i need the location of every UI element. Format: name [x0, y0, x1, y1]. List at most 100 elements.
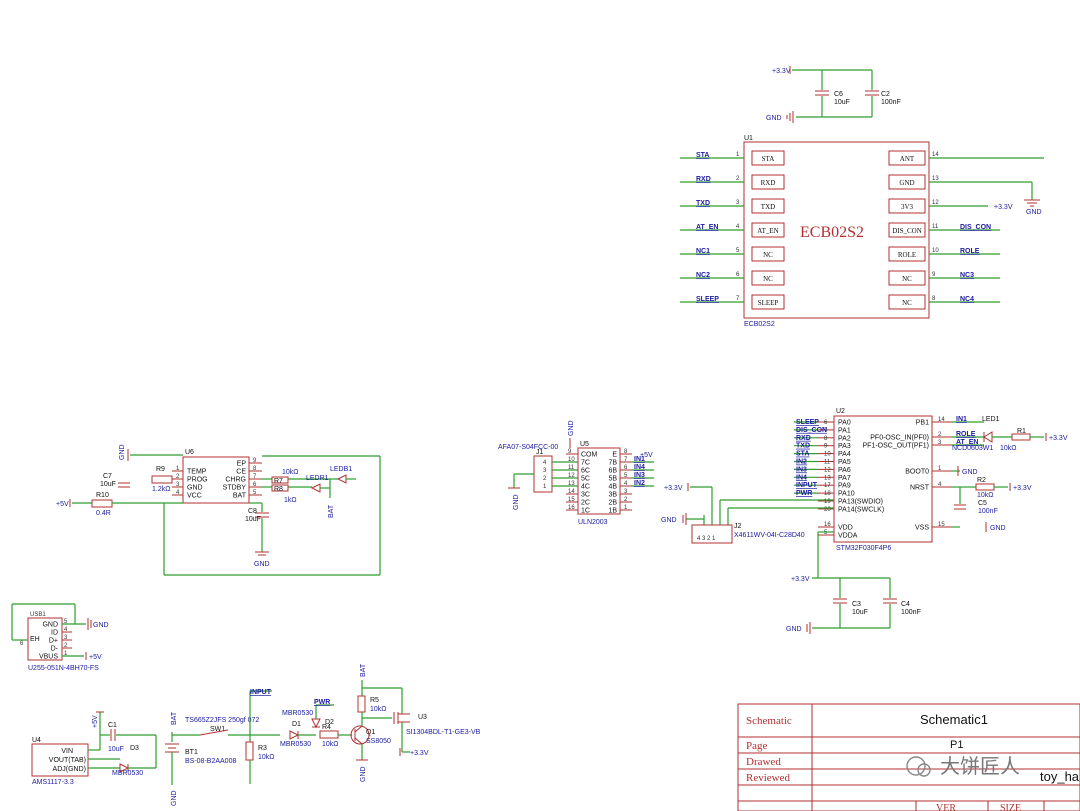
j2-gnd: GND: [661, 517, 677, 524]
u1-pin-num: 8: [932, 296, 936, 302]
r10-ref: R10: [96, 492, 109, 499]
u4-ref: U4: [32, 737, 41, 744]
tb-schematic-label: Schematic: [746, 715, 792, 727]
j2-rail: +3.3V: [664, 485, 683, 492]
u1-right-pins: ANT 14 GND 13 3V3 12 DIS_CON 11 DIS_CON ROLE 10 ROL…: [888, 150, 1044, 310]
tb-project-value: toy_ha: [1040, 769, 1080, 784]
u2-pin-num: 6: [824, 420, 828, 426]
uln-net-label: IN2: [634, 480, 645, 487]
u2-pin-label: PA5: [838, 459, 851, 466]
u1-net-label: RXD: [696, 176, 711, 183]
u2-pin-num: 12: [824, 467, 831, 473]
boot0-gnd: GND: [962, 469, 978, 476]
u5-part: ULN2003: [578, 519, 608, 526]
ledb1-ref: LEDB1: [330, 466, 352, 473]
u1-pin-num: 12: [932, 200, 939, 206]
u2-pin-num: 14: [938, 417, 945, 423]
u1-pin-label: STA: [762, 155, 775, 163]
uln-pin-label: 5C: [581, 476, 590, 483]
tb-size-label: SIZE: [1000, 803, 1021, 811]
d1-ref: D1: [292, 721, 301, 728]
r5-ref: R5: [370, 697, 379, 704]
u1-pin-label: SLEEP: [758, 299, 779, 307]
tb-ver-label: VER: [936, 803, 956, 811]
u1-pin-num: 6: [736, 272, 740, 278]
u2-pin-num: 10: [824, 452, 831, 458]
r3-value: 10kΩ: [258, 754, 275, 761]
u2-pin-label: PA0: [838, 420, 851, 427]
u1-pin-num: 9: [932, 272, 936, 278]
uln-pin-label: 6B: [608, 468, 617, 475]
c5-ref: C5: [978, 500, 987, 507]
vdd-rail: +3.3V: [791, 576, 810, 583]
u1-left-pins: STA 1 STA RXD 2 RXD TXD 3 TXD AT_EN 4 AT_EN NC 5 NC1 NC…: [680, 150, 785, 310]
u1-name: ECB02S2: [800, 224, 864, 241]
u5-rail: +5V: [640, 452, 653, 459]
u2-net-label: STA: [796, 451, 809, 458]
u4-pin-vout: VOUT(TAB): [49, 757, 86, 764]
u2-pin-label: PA9: [838, 483, 851, 490]
net-input: INPUT: [250, 689, 272, 696]
u1-pin-num: 2: [736, 176, 740, 182]
bt1-gnd: GND: [171, 790, 178, 806]
usb-rail: +5V: [89, 654, 102, 661]
uln-net-label: IN4: [634, 464, 645, 471]
c7-ref: C7: [103, 473, 112, 480]
r10-value: 0.4R: [96, 510, 111, 517]
u4-pin-vin: VIN: [61, 748, 73, 755]
schematic-canvas: +3.3V C6 10uF C2 100nF GND U1 ECB02S2 EC…: [11, 66, 1080, 811]
u1-pin-label: NC: [763, 251, 773, 259]
tb-page-value: P1: [950, 739, 963, 751]
u1-net-label: NC1: [696, 248, 710, 255]
c8-ref: C8: [248, 508, 257, 515]
u1-pin-num: 13: [932, 176, 939, 182]
u1-pin-label: ROLE: [898, 251, 916, 259]
u2-net-label: IN4: [796, 474, 807, 481]
net-pwr: PWR: [314, 699, 330, 706]
u2-pin-num: 16: [824, 522, 831, 528]
uln-pin-label: 4C: [581, 484, 590, 491]
uln-pin-num: 15: [568, 497, 575, 503]
c8-value: 10uF: [245, 516, 261, 523]
c6-value: 10uF: [834, 99, 850, 106]
r7-ref: R7: [274, 478, 283, 485]
u1-pin-label: GND: [899, 179, 914, 187]
u6-pin-label: STDBY: [223, 485, 247, 492]
u2-net-label: ROLE: [956, 431, 976, 438]
u6-pin-label: VCC: [187, 493, 202, 500]
r4-value: 10kΩ: [322, 741, 339, 748]
c3-ref: C3: [852, 601, 861, 608]
uln-net-label: IN3: [634, 472, 645, 479]
q1-gnd: GND: [360, 766, 367, 782]
uln-pin-label: 3C: [581, 492, 590, 499]
ecb02s2-module: U1 ECB02S2 ECB02S2 STA 1 STA RXD 2 RXD TXD 3 TXD…: [680, 135, 1044, 328]
u6-gnd-top: GND: [119, 444, 126, 460]
u2-net-label: INPUT: [796, 482, 818, 489]
power-section: U4 VIN VOUT(TAB) ADJ(GND) AMS1117-3.3 +5…: [31, 663, 481, 806]
u4-part: AMS1117-3.3: [32, 779, 74, 786]
c8-gnd: GND: [254, 561, 270, 568]
uln-pin-label: 5B: [608, 476, 617, 483]
r5-bat: BAT: [360, 663, 367, 677]
u1-net-label: TXD: [696, 200, 710, 207]
bt1-ref: BT1: [185, 749, 198, 756]
vss-gnd: GND: [990, 525, 1006, 532]
c6-ref: C6: [834, 91, 843, 98]
j2-ref: J2: [734, 523, 742, 530]
gnd-label: GND: [766, 115, 782, 122]
u1-pin-label: 3V3: [901, 203, 914, 211]
r9-ref: R9: [156, 466, 165, 473]
u2-pin-label: BOOT0: [905, 469, 929, 476]
u2-pin-num: 17: [824, 483, 831, 489]
u1-gnd-label: GND: [1026, 209, 1042, 216]
u2-net-label: IN1: [956, 416, 967, 423]
u2-net-label: SLEEP: [796, 419, 819, 426]
u2-part: STM32F030F4P6: [836, 545, 891, 552]
u4-pin-adj: ADJ(GND): [53, 766, 86, 773]
u2-pin-label: PF1-OSC_OUT(PF1): [862, 443, 929, 450]
u2-pin-num: 8: [824, 436, 828, 442]
u1-net-label: NC3: [960, 272, 974, 279]
uln2003-driver: U5 ULN2003 9 COM10 7C11 6C12 5C13 4C14 3C15 2C1…: [498, 420, 654, 526]
usb-connector: USB1 U255-051N-4BH70-FS EH 6 5GND4ID3D+2…: [11, 603, 109, 672]
svg-text:4 3 2 1: 4 3 2 1: [697, 536, 716, 542]
